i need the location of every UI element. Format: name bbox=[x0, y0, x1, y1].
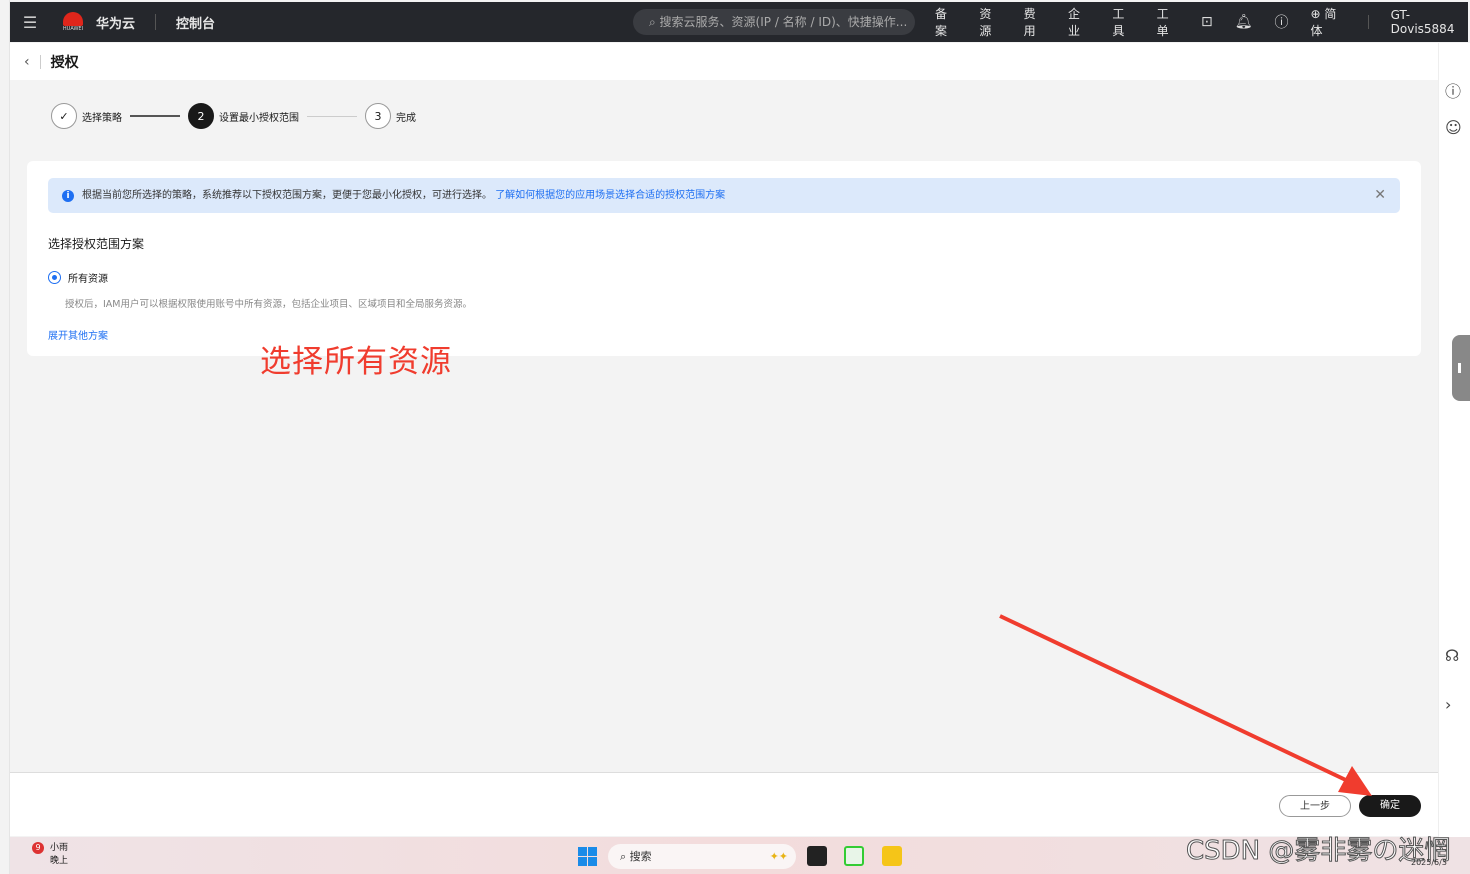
step-3-label: 完成 bbox=[396, 112, 416, 124]
divider bbox=[1367, 15, 1369, 29]
language-selector[interactable]: ⊕ 简体 bbox=[1310, 5, 1345, 39]
step-done-check-icon: ✓ bbox=[51, 103, 77, 129]
top-nav-links: 备案 资源 费用 企业 工具 工单 ⊡ 🔔︎ ⓘ ⊕ 简体 GT-Dovis58… bbox=[935, 2, 1468, 42]
section-title: 选择授权范围方案 bbox=[48, 237, 145, 251]
weather-text: 小雨 bbox=[50, 843, 69, 853]
annotation-text: 选择所有资源 bbox=[260, 344, 452, 380]
nav-tools[interactable]: 工具 bbox=[1112, 5, 1134, 39]
global-search-input[interactable]: ⌕ 搜索云服务、资源(IP / 名称 / ID)、快捷操作... bbox=[633, 9, 915, 35]
arrow-shaft bbox=[999, 614, 1351, 784]
close-icon[interactable]: ✕ bbox=[1374, 178, 1386, 213]
scope-card: i 根据当前您所选择的策略，系统推荐以下授权范围方案，更便于您最小化授权，可进行… bbox=[27, 161, 1421, 356]
help-icon[interactable]: ⓘ bbox=[1274, 12, 1288, 32]
expand-other-options-link[interactable]: 展开其他方案 bbox=[48, 327, 108, 342]
page-header: ‹ 授权 bbox=[10, 43, 1438, 80]
alert-help-link[interactable]: 了解如何根据您的应用场景选择合适的授权范围方案 bbox=[495, 190, 725, 201]
taskbar-date: 2025/6/3 bbox=[1411, 858, 1447, 867]
weather-badge: 9 bbox=[32, 842, 44, 854]
search-icon: ⌕ bbox=[620, 850, 630, 863]
previous-button[interactable]: 上一步 bbox=[1279, 795, 1351, 817]
step-connector bbox=[130, 115, 180, 117]
nav-resources[interactable]: 资源 bbox=[979, 5, 1001, 39]
search-icon: ⌕ bbox=[649, 15, 660, 29]
right-tool-rail: ⓘ ☺ ☊ › bbox=[1438, 43, 1470, 837]
stepper: ✓ 选择策略 2 设置最小授权范围 3 完成 bbox=[51, 103, 416, 129]
alert-text: 根据当前您所选择的策略，系统推荐以下授权范围方案，更便于您最小化授权，可进行选择… bbox=[82, 190, 492, 201]
info-alert: i 根据当前您所选择的策略，系统推荐以下授权范围方案，更便于您最小化授权，可进行… bbox=[48, 178, 1400, 213]
taskbar-search[interactable]: ⌕ 搜索 ✦✦ bbox=[608, 844, 796, 869]
footer-bar: 上一步 确定 bbox=[10, 772, 1438, 836]
annotation-arrow bbox=[999, 614, 1372, 796]
step-3-number: 3 bbox=[365, 103, 391, 129]
confirm-button[interactable]: 确定 bbox=[1359, 795, 1421, 817]
weather-widget[interactable]: 9 小雨晚上 bbox=[32, 842, 68, 868]
brand-name[interactable]: 华为云 bbox=[96, 13, 135, 32]
weather-subtext: 晚上 bbox=[50, 856, 69, 866]
console-link[interactable]: 控制台 bbox=[176, 13, 215, 32]
nav-filing[interactable]: 备案 bbox=[935, 5, 957, 39]
back-chevron-icon[interactable]: ‹ bbox=[24, 54, 30, 70]
user-menu[interactable]: GT-Dovis5884 bbox=[1391, 8, 1468, 36]
smiley-feedback-icon[interactable]: ☺ bbox=[1445, 118, 1462, 137]
step-2-label: 设置最小授权范围 bbox=[219, 112, 299, 124]
help-icon[interactable]: ⓘ bbox=[1445, 78, 1461, 102]
nav-enterprise[interactable]: 企业 bbox=[1068, 5, 1090, 39]
windows-start-icon[interactable] bbox=[578, 847, 597, 866]
nav-tickets[interactable]: 工单 bbox=[1157, 5, 1179, 39]
radio-button[interactable] bbox=[48, 271, 61, 284]
radio-all-resources[interactable]: 所有资源 bbox=[48, 270, 108, 285]
step-1-label: 选择策略 bbox=[82, 112, 122, 124]
file-explorer-icon[interactable] bbox=[882, 846, 902, 866]
step-2-number: 2 bbox=[188, 103, 214, 129]
terminal-icon[interactable]: ⊡ bbox=[1201, 14, 1213, 30]
nav-billing[interactable]: 费用 bbox=[1024, 5, 1046, 39]
divider bbox=[39, 54, 41, 69]
side-drawer-handle[interactable] bbox=[1452, 335, 1470, 401]
left-edge bbox=[0, 0, 10, 874]
headset-support-icon[interactable]: ☊ bbox=[1445, 646, 1459, 665]
step-connector bbox=[307, 115, 357, 117]
sparkle-icon: ✦✦ bbox=[769, 850, 788, 863]
info-icon: i bbox=[62, 190, 74, 202]
divider bbox=[155, 14, 157, 30]
globe-icon: ⊕ bbox=[1310, 7, 1321, 21]
option-description: 授权后，IAM用户可以根据权限使用账号中所有资源，包括企业项目、区域项目和全局服… bbox=[65, 299, 472, 310]
hamburger-menu-icon[interactable]: ☰ bbox=[10, 13, 50, 32]
taskbar-app-icon[interactable] bbox=[807, 846, 827, 866]
chevron-right-icon[interactable]: › bbox=[1445, 695, 1451, 714]
bell-icon[interactable]: 🔔︎ bbox=[1235, 14, 1253, 30]
page-title: 授权 bbox=[50, 54, 79, 71]
top-nav-bar: ☰ HUAWEI 华为云 控制台 ⌕ 搜索云服务、资源(IP / 名称 / ID… bbox=[10, 2, 1468, 42]
huawei-logo[interactable]: HUAWEI bbox=[58, 12, 88, 32]
taskbar-app-icon[interactable] bbox=[844, 846, 864, 866]
